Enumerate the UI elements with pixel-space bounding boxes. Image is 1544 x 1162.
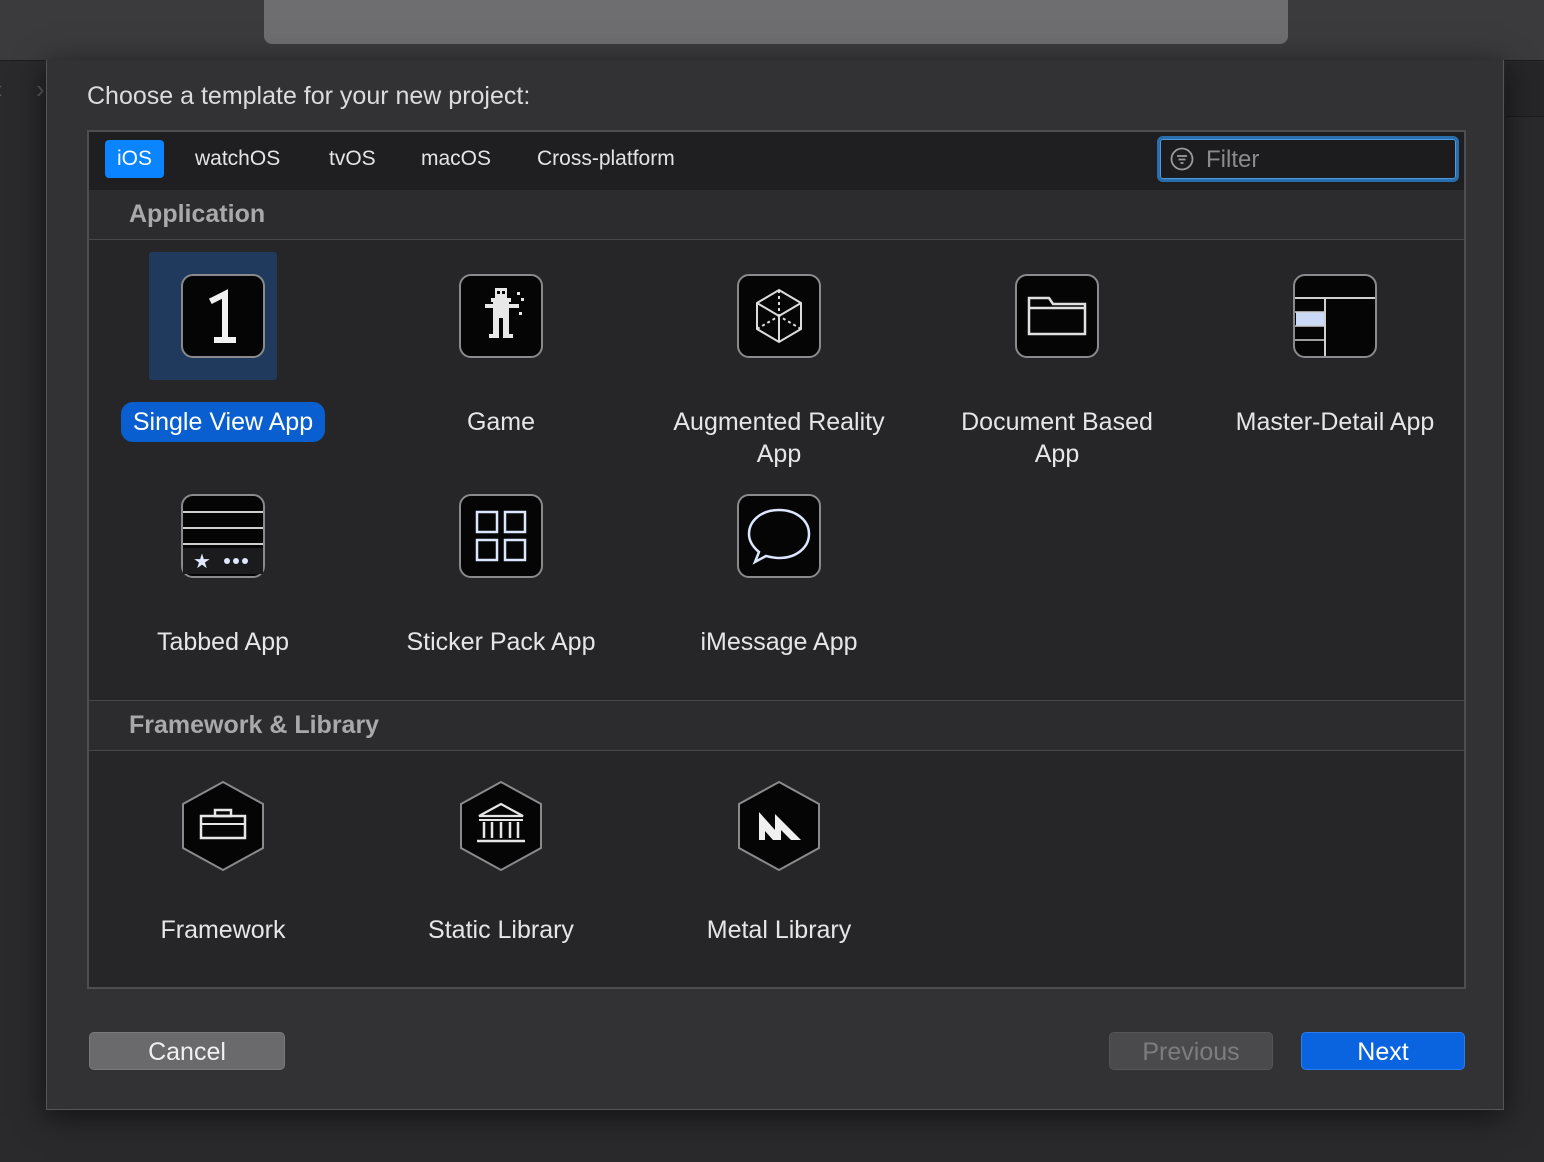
- template-label: Framework: [160, 916, 286, 944]
- template-single-view-app[interactable]: Single View App: [103, 252, 343, 472]
- section-title: Application: [129, 200, 266, 228]
- new-project-sheet: Choose a template for your new project: …: [46, 60, 1504, 1110]
- template-static-library[interactable]: Static Library: [381, 780, 621, 980]
- tab-macos[interactable]: macOS: [409, 140, 503, 178]
- back-chevron-icon: ‹: [0, 76, 3, 102]
- cancel-button[interactable]: Cancel: [89, 1032, 285, 1070]
- template-label: Single View App: [120, 402, 326, 442]
- filter-field[interactable]: [1157, 136, 1459, 182]
- grid-icon: [457, 492, 545, 580]
- next-button[interactable]: Next: [1301, 1032, 1465, 1070]
- tabbed-icon: ★: [179, 492, 267, 580]
- template-label: Game: [466, 408, 536, 436]
- template-metal-library[interactable]: Metal Library: [659, 780, 899, 980]
- template-label: iMessage App: [700, 628, 858, 656]
- message-bubble-icon: [735, 492, 823, 580]
- forward-chevron-icon: ›: [36, 74, 45, 104]
- section-header-application: Application: [89, 190, 1464, 240]
- tab-cross-platform[interactable]: Cross-platform: [525, 140, 687, 178]
- template-document-based-app[interactable]: Document Based App: [937, 272, 1177, 472]
- template-label: Tabbed App: [156, 628, 290, 656]
- template-label: Static Library: [428, 916, 574, 944]
- master-detail-icon: [1291, 272, 1379, 360]
- template-imessage-app[interactable]: iMessage App: [659, 492, 899, 692]
- tab-ios[interactable]: iOS: [105, 140, 165, 178]
- toolbox-icon: [182, 780, 264, 872]
- folder-icon: [1013, 272, 1101, 360]
- filter-icon: [1170, 147, 1194, 171]
- previous-button[interactable]: Previous: [1109, 1032, 1273, 1070]
- template-label: Metal Library: [706, 916, 852, 944]
- sheet-title: Choose a template for your new project:: [87, 82, 531, 110]
- template-panel: iOS watchOS tvOS macOS Cross-platform Ap…: [87, 130, 1466, 989]
- template-framework[interactable]: Framework: [103, 780, 343, 980]
- template-label: Augmented Reality App: [673, 408, 885, 468]
- navigation-buttons: ‹ ›: [0, 62, 48, 116]
- template-tabbed-app[interactable]: ★ Tabbed App: [103, 492, 343, 692]
- template-label: Sticker Pack App: [406, 628, 596, 656]
- tab-watchos[interactable]: watchOS: [183, 140, 292, 178]
- template-master-detail-app[interactable]: Master-Detail App: [1215, 272, 1455, 472]
- library-building-icon: [460, 780, 542, 872]
- template-sticker-pack-app[interactable]: Sticker Pack App: [381, 492, 621, 692]
- template-label: Document Based App: [961, 408, 1153, 468]
- section-title: Framework & Library: [129, 711, 380, 739]
- template-augmented-reality-app[interactable]: Augmented Reality App: [659, 272, 899, 472]
- ar-cube-icon: [735, 272, 823, 360]
- template-label: Master-Detail App: [1235, 408, 1435, 436]
- game-icon: [457, 272, 545, 360]
- template-game[interactable]: Game: [381, 272, 621, 472]
- activity-field: [264, 0, 1288, 44]
- platform-tab-bar: iOS watchOS tvOS macOS Cross-platform: [89, 132, 1464, 191]
- svg-text:★: ★: [193, 549, 211, 573]
- background-editor-area: [1506, 62, 1544, 117]
- tab-tvos[interactable]: tvOS: [317, 140, 388, 178]
- section-header-framework-library: Framework & Library: [89, 700, 1464, 751]
- single-view-icon: [179, 272, 267, 360]
- metal-icon: [738, 780, 820, 872]
- filter-input[interactable]: [1204, 139, 1448, 181]
